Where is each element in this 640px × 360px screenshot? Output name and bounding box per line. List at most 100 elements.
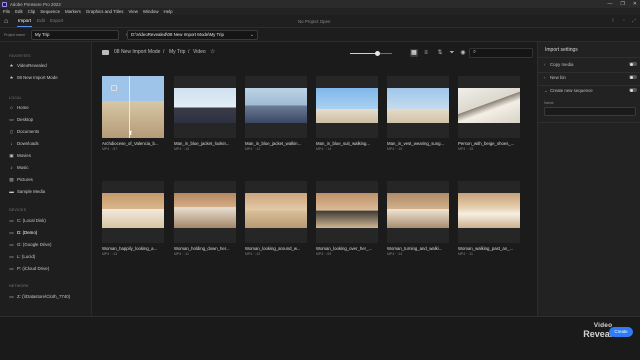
- sequence-name-field[interactable]: [544, 107, 636, 116]
- clip-item[interactable]: Woman_looking_around_w... MP4 · :12: [245, 181, 307, 256]
- home-icon[interactable]: ⌂: [4, 18, 11, 25]
- sort-icon[interactable]: ⇅: [436, 49, 444, 57]
- option-label: Copy media: [550, 62, 574, 67]
- visibility-eye-icon[interactable]: ◉: [459, 49, 467, 57]
- filter-icon[interactable]: ⏷: [448, 49, 456, 57]
- menu-view[interactable]: View: [128, 9, 137, 14]
- sidebar-item-videorevealed[interactable]: ★ VideoRevealed: [9, 62, 46, 69]
- maximize-button[interactable]: ❐: [620, 1, 624, 7]
- new-bin-option[interactable]: › New bin: [544, 74, 637, 83]
- sidebar-item-downloads[interactable]: ↓ Downloads: [9, 140, 38, 147]
- menu-file[interactable]: File: [3, 9, 10, 14]
- network-heading: NETWORK: [9, 284, 29, 288]
- clip-item[interactable]: ⬆ Archdiocese_of_Valencia_b... MP4 · :57: [102, 76, 164, 151]
- sidebar-item-home[interactable]: ⌂ Home: [9, 104, 29, 111]
- clip-thumbnail[interactable]: [316, 76, 378, 138]
- download-icon: ↓: [10, 141, 13, 146]
- list-view-icon[interactable]: ≡: [422, 49, 430, 57]
- star-icon: ★: [9, 74, 14, 80]
- checkbox-icon[interactable]: [111, 85, 117, 91]
- clip-item[interactable]: Woman_walking_past_an_... MP4 · :11: [458, 181, 520, 256]
- sidebar-item-08-new-import-mode[interactable]: ★ 08 New Import Mode: [9, 74, 57, 81]
- menu-window[interactable]: Window: [143, 9, 159, 14]
- quick-export-icon[interactable]: ⇪: [611, 18, 615, 24]
- clip-thumbnail[interactable]: [245, 181, 307, 243]
- clip-item[interactable]: Man_in_blue_suit_walking... MP4 · :14: [316, 76, 378, 151]
- clip-thumbnail[interactable]: [174, 181, 236, 243]
- chevron-right-icon[interactable]: ›: [544, 62, 545, 67]
- menu-markers[interactable]: Markers: [65, 9, 81, 14]
- clip-thumbnail[interactable]: ⬆: [102, 76, 164, 138]
- clip-name: Man_in_blue_suit_walking...: [316, 141, 370, 146]
- sidebar-item-c-drive[interactable]: ▭ C: (Local Disk): [9, 217, 46, 224]
- menu-clip[interactable]: Clip: [28, 9, 36, 14]
- clip-name: Woman_happily_looking_a...: [102, 246, 158, 251]
- sidebar-item-p-drive[interactable]: ▭ P: (iCloud Drive): [9, 265, 49, 272]
- menu-graphics-and-titles[interactable]: Graphics and Titles: [86, 9, 124, 14]
- video-frame-image: [245, 88, 307, 123]
- sidebar-item-z-network-drive[interactable]: ▭ Z: (\\Datastore\Cloth_7740): [9, 293, 70, 300]
- project-status: No Project Open: [298, 19, 331, 24]
- clip-name: Woman_walking_past_an_...: [458, 246, 514, 251]
- sidebar-item-music[interactable]: ♪ Music: [9, 164, 28, 171]
- breadcrumb-item[interactable]: My Trip: [169, 49, 185, 55]
- zoom-slider-handle[interactable]: [375, 51, 380, 56]
- clip-item[interactable]: Woman_happily_looking_a... MP4 · :13: [102, 181, 164, 256]
- clip-thumbnail[interactable]: [102, 181, 164, 243]
- copy-media-toggle[interactable]: [629, 62, 637, 66]
- sidebar-item-label: C: (Local Disk): [17, 218, 46, 223]
- clip-item[interactable]: Man_in_blue_jacket_walkin... MP4 · :12: [245, 76, 307, 151]
- network-drive-icon: ▭: [9, 293, 14, 299]
- sidebar-item-movies[interactable]: ▣ Movies: [9, 152, 31, 159]
- clip-item[interactable]: Man_in_blue_jacket_lookin... MP4 · :15: [174, 76, 236, 151]
- create-sequence-toggle[interactable]: [629, 88, 637, 92]
- clip-thumbnail[interactable]: [174, 76, 236, 138]
- search-input[interactable]: ⌕: [469, 48, 533, 58]
- tab-import[interactable]: Import: [18, 18, 31, 23]
- clip-thumbnail[interactable]: [387, 76, 449, 138]
- clip-thumbnail[interactable]: [316, 181, 378, 243]
- clip-item[interactable]: Man_in_vest_wearing_sung... MP4 · :10: [387, 76, 449, 151]
- chevron-down-icon[interactable]: ⌄: [250, 31, 254, 39]
- progress-icon[interactable]: ◔: [622, 18, 625, 24]
- chevron-right-icon[interactable]: ›: [544, 75, 545, 80]
- clip-thumbnail[interactable]: [387, 181, 449, 243]
- clip-thumbnail[interactable]: [245, 76, 307, 138]
- premiere-logo-icon: [2, 1, 7, 7]
- sidebar-item-documents[interactable]: ▯ Documents: [9, 128, 39, 135]
- minimize-button[interactable]: —: [607, 1, 612, 7]
- clip-thumbnail[interactable]: [458, 181, 520, 243]
- clip-item[interactable]: Woman_turning_and_walki... MP4 · :14: [387, 181, 449, 256]
- clip-item[interactable]: Woman_holding_down_her... MP4 · :11: [174, 181, 236, 256]
- sidebar-item-desktop[interactable]: ▭ Desktop: [9, 116, 33, 123]
- menu-sequence[interactable]: Sequence: [40, 9, 60, 14]
- sidebar-item-g-drive[interactable]: ▭ G: (Google Drive): [9, 241, 51, 248]
- sidebar-item-l-drive[interactable]: ▭ L: (Lucid): [9, 253, 35, 260]
- title-bar: Adobe Premiere Pro 2022 — ❐ ✕: [0, 0, 640, 8]
- sidebar-item-sample-media[interactable]: ▬ Sample Media: [9, 188, 45, 195]
- create-new-sequence-option[interactable]: ⌄ Create new sequence: [544, 87, 637, 96]
- project-location-field[interactable]: D:\VideoRevealed\08 New Import Mode\My T…: [127, 30, 258, 40]
- create-button[interactable]: Create: [609, 327, 633, 337]
- menu-help[interactable]: Help: [164, 9, 173, 14]
- fullscreen-icon[interactable]: ⤢: [632, 18, 636, 24]
- new-bin-toggle[interactable]: [629, 75, 637, 79]
- project-name-field[interactable]: My Trip: [31, 30, 119, 40]
- close-button[interactable]: ✕: [633, 1, 637, 7]
- tab-export[interactable]: Export: [50, 18, 63, 23]
- favorite-star-icon[interactable]: ☆: [210, 48, 215, 55]
- tab-edit[interactable]: Edit: [37, 18, 45, 23]
- breadcrumb-item[interactable]: 08 New Import Mode: [114, 49, 160, 55]
- copy-media-option[interactable]: › Copy media: [544, 61, 637, 70]
- chevron-down-icon[interactable]: ⌄: [544, 88, 548, 94]
- sidebar-item-d-drive[interactable]: ▭ D: (Demo): [9, 229, 37, 236]
- sidebar-item-pictures[interactable]: ▨ Pictures: [9, 176, 33, 183]
- breadcrumb-separator: /: [188, 49, 190, 55]
- clip-item[interactable]: Person_with_beige_shoes_... MP4 · :15: [458, 76, 520, 151]
- clip-item[interactable]: Woman_looking_over_her_... MP4 · :09: [316, 181, 378, 256]
- clip-name: Man_in_blue_jacket_lookin...: [174, 141, 230, 146]
- clip-thumbnail[interactable]: [458, 76, 520, 138]
- grid-view-icon[interactable]: ▦: [410, 49, 418, 57]
- menu-edit[interactable]: Edit: [15, 9, 23, 14]
- breadcrumb-item[interactable]: Video: [193, 49, 206, 55]
